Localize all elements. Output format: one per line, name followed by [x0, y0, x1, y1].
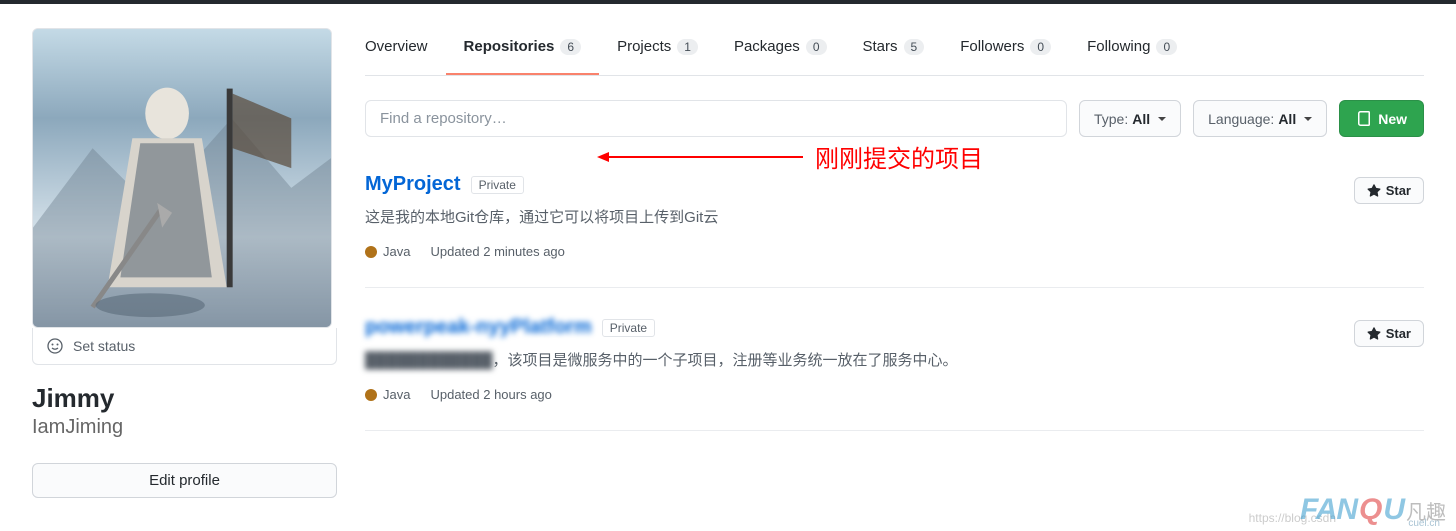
repo-description: 这是我的本地Git仓库，通过它可以将项目上传到Git云 — [365, 206, 1424, 230]
tab-label: Packages — [734, 38, 800, 55]
tab-count: 6 — [560, 39, 581, 55]
tab-count: 0 — [1156, 39, 1177, 55]
repo-meta: Java Updated 2 hours ago — [365, 387, 1424, 402]
tab-label: Repositories — [464, 38, 555, 55]
type-filter-button[interactable]: Type: All — [1079, 100, 1181, 137]
status-text: Set status — [73, 338, 135, 354]
tab-label: Projects — [617, 38, 671, 55]
star-icon — [1367, 184, 1381, 198]
profile-name: Jimmy — [32, 383, 337, 414]
tab-label: Overview — [365, 38, 428, 55]
repo-name-link[interactable]: MyProject — [365, 173, 461, 196]
repo-item: 刚刚提交的项目 MyProject Private 这是我的本地Git仓库，通过… — [365, 145, 1424, 288]
annotation-text: 刚刚提交的项目 — [815, 139, 983, 174]
repo-head: powerpeak-nyyPlatform Private — [365, 316, 1424, 339]
filter-label: Type: — [1094, 111, 1128, 127]
page-container: Set status Jimmy IamJiming Edit profile … — [0, 4, 1456, 498]
tab-stars[interactable]: Stars 5 — [845, 28, 943, 75]
profile-tabs: Overview Repositories 6 Projects 1 Packa… — [365, 28, 1424, 76]
visibility-badge: Private — [471, 176, 524, 194]
repo-updated: Updated 2 minutes ago — [430, 244, 564, 259]
arrow-icon — [595, 147, 805, 167]
repo-language: Java — [365, 387, 410, 402]
watermark-text: Q — [1359, 493, 1381, 527]
repo-head: MyProject Private — [365, 173, 1424, 196]
star-button[interactable]: Star — [1354, 320, 1424, 347]
filter-row: Type: All Language: All New — [365, 100, 1424, 137]
search-input[interactable] — [365, 100, 1067, 137]
filter-label: Language: — [1208, 111, 1274, 127]
lang-name: Java — [383, 387, 410, 402]
lang-dot-icon — [365, 246, 377, 258]
tab-count: 5 — [904, 39, 925, 55]
caret-icon — [1304, 117, 1312, 121]
tab-label: Following — [1087, 38, 1150, 55]
avatar[interactable] — [32, 28, 332, 328]
main-content: Overview Repositories 6 Projects 1 Packa… — [365, 28, 1424, 498]
edit-profile-button[interactable]: Edit profile — [32, 463, 337, 498]
tab-count: 1 — [677, 39, 698, 55]
star-label: Star — [1386, 183, 1411, 198]
tab-label: Followers — [960, 38, 1024, 55]
language-filter-button[interactable]: Language: All — [1193, 100, 1327, 137]
repo-language: Java — [365, 244, 410, 259]
profile-sidebar: Set status Jimmy IamJiming Edit profile — [32, 28, 337, 498]
caret-icon — [1158, 117, 1166, 121]
watermark-text: FAN — [1300, 493, 1357, 527]
repo-name-link[interactable]: powerpeak-nyyPlatform — [365, 316, 592, 339]
watermark-text: U — [1383, 493, 1404, 527]
repo-updated: Updated 2 hours ago — [430, 387, 551, 402]
repo-description: ████████████，该项目是微服务中的一个子项目，注册等业务统一放在了服务… — [365, 349, 1424, 373]
watermark-sub: cuel.cn — [1408, 518, 1440, 529]
avatar-image — [33, 29, 331, 327]
tab-label: Stars — [863, 38, 898, 55]
star-button[interactable]: Star — [1354, 177, 1424, 204]
tab-projects[interactable]: Projects 1 — [599, 28, 716, 75]
smiley-icon — [47, 338, 63, 354]
set-status-button[interactable]: Set status — [32, 328, 337, 365]
repo-desc-text: ，该项目是微服务中的一个子项目，注册等业务统一放在了服务中心。 — [493, 352, 958, 369]
filter-value: All — [1278, 111, 1296, 127]
new-repo-button[interactable]: New — [1339, 100, 1424, 137]
tab-overview[interactable]: Overview — [365, 28, 446, 75]
new-label: New — [1378, 111, 1407, 127]
lang-dot-icon — [365, 389, 377, 401]
tab-repositories[interactable]: Repositories 6 — [446, 28, 600, 75]
star-label: Star — [1386, 326, 1411, 341]
profile-username: IamJiming — [32, 416, 337, 439]
filter-value: All — [1132, 111, 1150, 127]
repo-item: powerpeak-nyyPlatform Private ██████████… — [365, 288, 1424, 431]
tab-packages[interactable]: Packages 0 — [716, 28, 845, 75]
visibility-badge: Private — [602, 319, 655, 337]
annotation: 刚刚提交的项目 — [595, 139, 983, 174]
tab-count: 0 — [806, 39, 827, 55]
repo-desc-blurred: ████████████ — [365, 352, 493, 369]
star-icon — [1367, 327, 1381, 341]
repo-meta: Java Updated 2 minutes ago — [365, 244, 1424, 259]
tab-count: 0 — [1030, 39, 1051, 55]
repo-icon — [1356, 111, 1372, 127]
tab-followers[interactable]: Followers 0 — [942, 28, 1069, 75]
lang-name: Java — [383, 244, 410, 259]
tab-following[interactable]: Following 0 — [1069, 28, 1195, 75]
